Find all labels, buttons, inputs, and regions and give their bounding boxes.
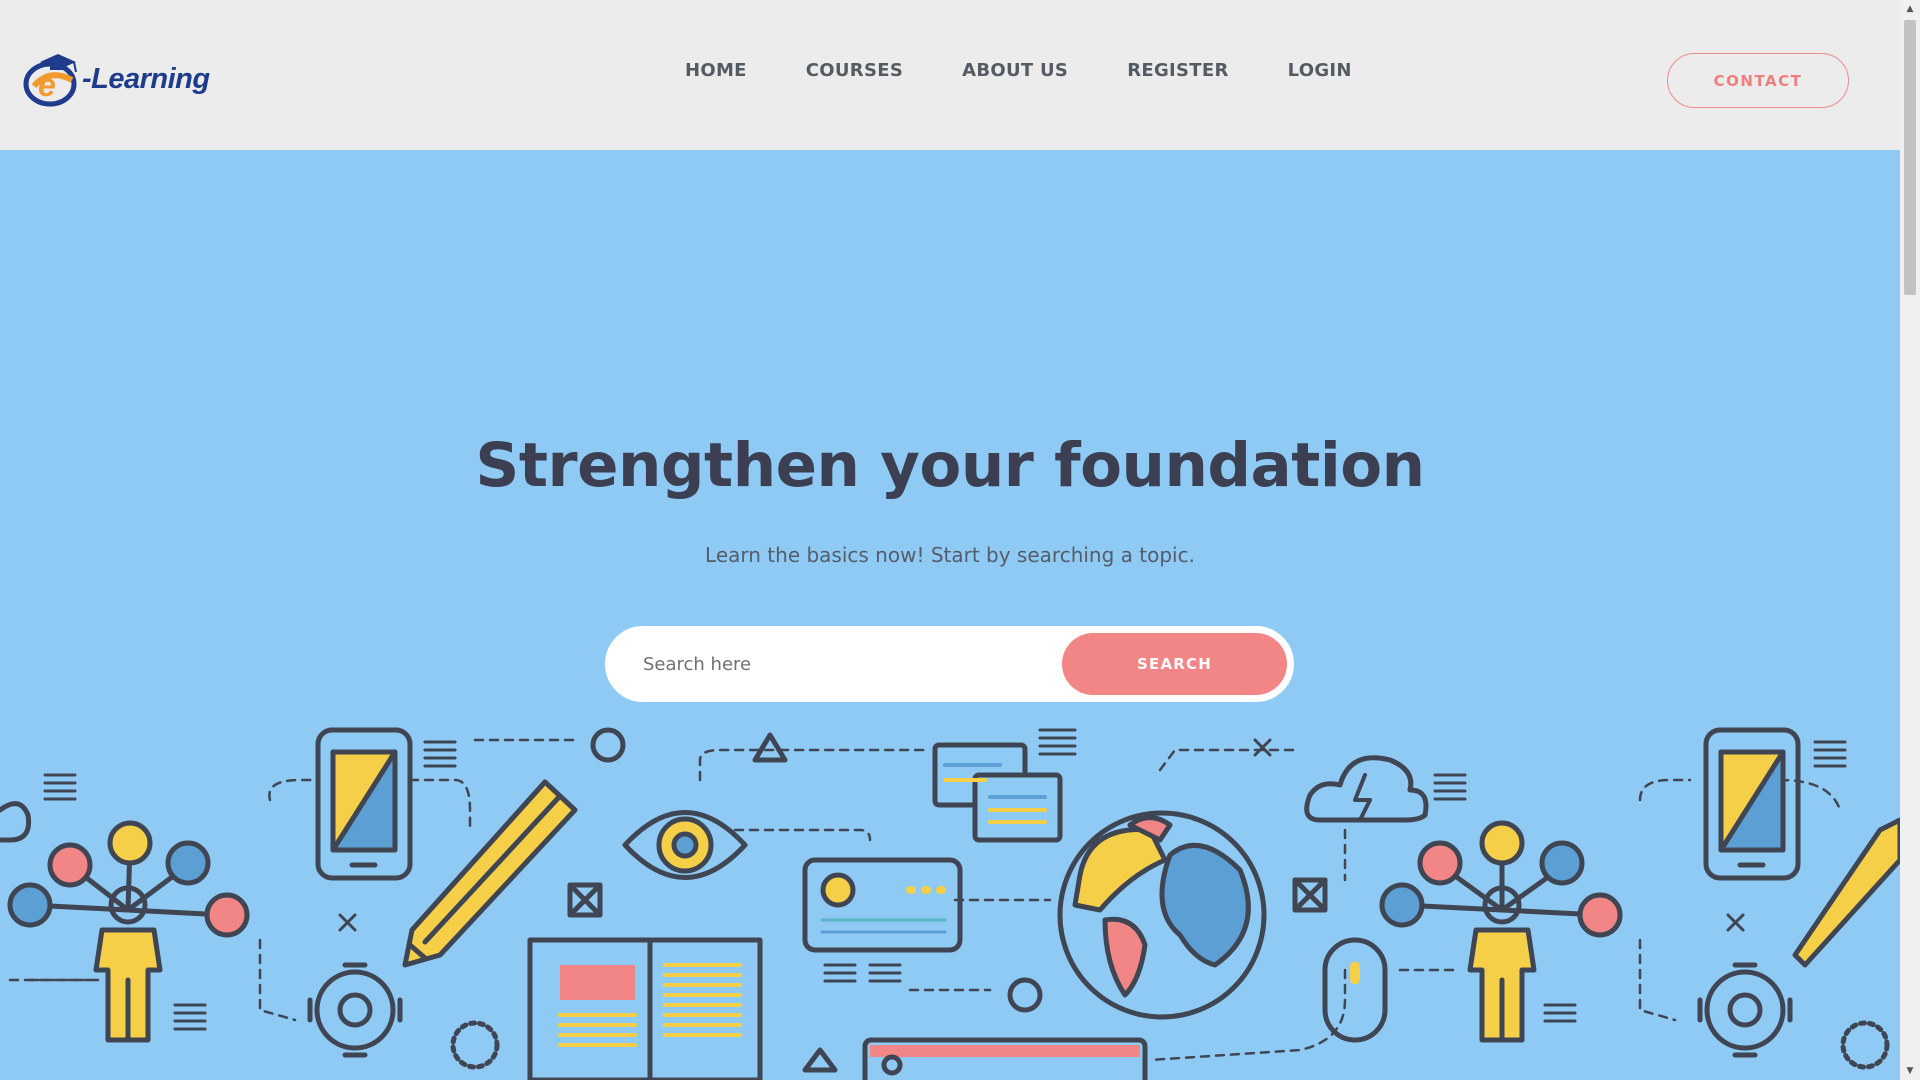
hero-subtitle: Learn the basics now! Start by searching… <box>705 543 1195 567</box>
nav-login[interactable]: LOGIN <box>1288 60 1352 81</box>
person-network-icon <box>7 820 250 1043</box>
phone-icon <box>315 727 413 881</box>
open-book-icon <box>527 937 763 1080</box>
card-icon <box>802 857 963 953</box>
logo[interactable]: e -Learning <box>20 50 220 108</box>
mouse-icon <box>1322 937 1388 1043</box>
education-illustration <box>0 727 1900 1080</box>
eye-icon <box>622 810 748 880</box>
graduation-cap-logo-icon: e <box>23 54 77 107</box>
search-input[interactable] <box>609 630 1062 698</box>
svg-text:e: e <box>38 67 56 103</box>
contact-button[interactable]: CONTACT <box>1667 53 1849 108</box>
search-button[interactable]: SEARCH <box>1062 633 1287 695</box>
site-header: e -Learning HOME COURSES ABOUT US REGIST… <box>0 0 1900 150</box>
chat-icon <box>932 742 1063 843</box>
search-box: SEARCH <box>605 626 1294 702</box>
nav-register[interactable]: REGISTER <box>1127 60 1228 81</box>
gear-icon <box>307 962 403 1058</box>
hero-title: Strengthen your foundation <box>475 430 1425 501</box>
scroll-down-arrow-icon[interactable]: ▼ <box>1904 1065 1916 1077</box>
page-scrollbar[interactable]: ▲ ▼ <box>1900 0 1920 1080</box>
nav-about-us[interactable]: ABOUT US <box>962 60 1068 81</box>
logo-text: -Learning <box>82 62 210 95</box>
main-nav: HOME COURSES ABOUT US REGISTER LOGIN <box>685 60 1411 81</box>
scroll-up-arrow-icon[interactable]: ▲ <box>1904 3 1916 15</box>
nav-courses[interactable]: COURSES <box>806 60 903 81</box>
nav-home[interactable]: HOME <box>685 60 747 81</box>
cloud-icon <box>1304 755 1429 823</box>
scroll-thumb[interactable] <box>1904 20 1916 295</box>
globe-icon <box>1057 810 1267 1020</box>
calendar-icon <box>862 1037 1148 1080</box>
